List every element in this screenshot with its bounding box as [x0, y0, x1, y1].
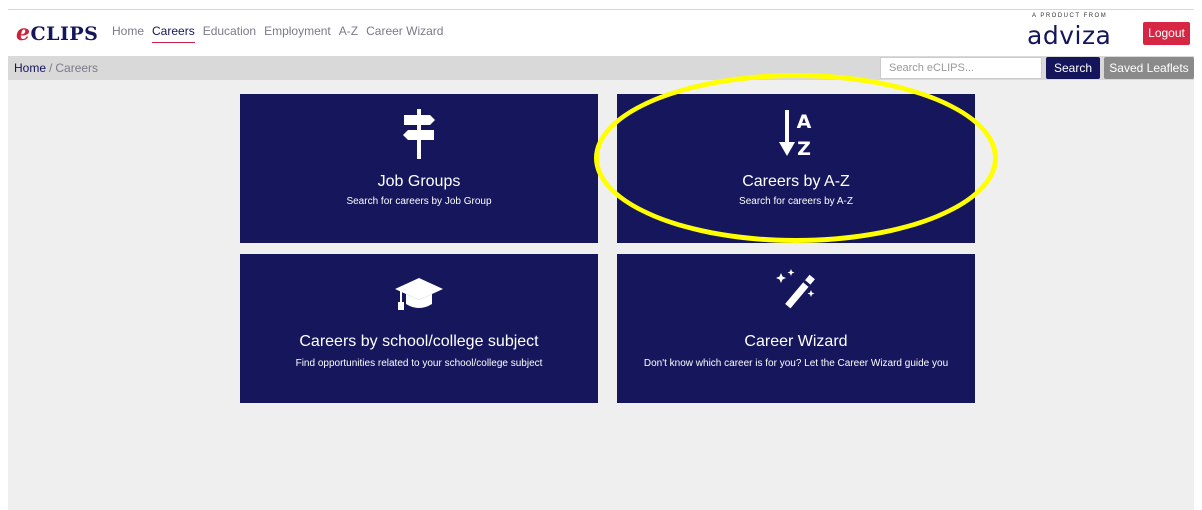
nav-career-wizard[interactable]: Career Wizard: [366, 24, 443, 43]
card-school-subject[interactable]: Careers by school/college subject Find o…: [240, 254, 598, 403]
card-subtitle: Search for careers by Job Group: [346, 196, 492, 207]
az-icon-letter-a: A: [797, 111, 812, 133]
card-subtitle: Search for careers by A-Z: [739, 196, 853, 207]
card-job-groups[interactable]: Job Groups Search for careers by Job Gro…: [240, 94, 598, 243]
product-from-label: A PRODUCT FROM: [1032, 13, 1108, 19]
page-frame: eCLIPS Home Careers Education Employment…: [8, 10, 1194, 510]
nav-careers[interactable]: Careers: [152, 24, 195, 43]
adviza-logo-part-c: za: [1081, 21, 1112, 50]
nav-home[interactable]: Home: [112, 24, 144, 43]
card-subtitle: Find opportunities related to your schoo…: [295, 358, 543, 369]
adviza-logo[interactable]: adviza: [1027, 21, 1111, 50]
card-title: Careers by school/college subject: [299, 333, 539, 350]
magic-wand-icon: [617, 268, 975, 314]
az-icon-letter-z: Z: [797, 138, 811, 160]
adviza-logo-part-i: i: [1074, 21, 1082, 50]
logo-text: CLIPS: [30, 23, 99, 45]
card-title: Job Groups: [377, 173, 461, 190]
breadcrumb: Home / Careers: [14, 61, 98, 75]
logo-e: e: [16, 20, 31, 46]
nav-education[interactable]: Education: [203, 24, 256, 43]
card-title: Career Wizard: [744, 333, 848, 350]
breadcrumb-current: Careers: [55, 61, 99, 75]
card-careers-a-z[interactable]: A Z Careers by A-Z Search for careers by…: [617, 94, 975, 243]
signpost-icon: [240, 109, 598, 159]
site-header: eCLIPS Home Careers Education Employment…: [8, 10, 1194, 56]
graduation-cap-icon: [240, 276, 598, 312]
card-title: Careers by A-Z: [742, 173, 850, 190]
search-input[interactable]: [880, 57, 1042, 79]
nav-employment[interactable]: Employment: [264, 24, 331, 43]
logout-button[interactable]: Logout: [1143, 22, 1190, 45]
breadcrumb-bar: Home/Careers Search Saved Leaflets: [8, 56, 1194, 80]
adviza-logo-part-a: adv: [1027, 21, 1075, 50]
breadcrumb-home[interactable]: Home: [14, 61, 46, 75]
card-subtitle: Don't know which career is for you? Let …: [643, 358, 949, 369]
search-button[interactable]: Search: [1046, 57, 1100, 79]
breadcrumb-separator: /: [49, 61, 53, 75]
nav-a-z[interactable]: A-Z: [339, 24, 358, 43]
sort-alpha-down-icon: A Z: [617, 108, 975, 160]
card-career-wizard[interactable]: Career Wizard Don't know which career is…: [617, 254, 975, 403]
eclips-logo[interactable]: eCLIPS: [16, 20, 98, 46]
saved-leaflets-button[interactable]: Saved Leaflets: [1104, 57, 1194, 79]
main-nav: Home Careers Education Employment A-Z Ca…: [112, 24, 451, 43]
